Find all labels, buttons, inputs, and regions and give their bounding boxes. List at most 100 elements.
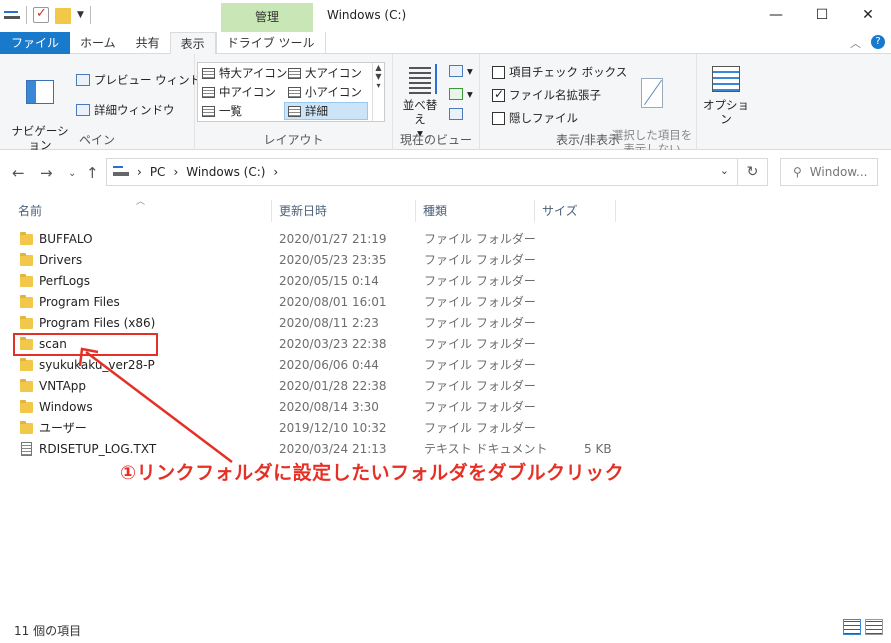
group-by-icon [449,65,463,77]
file-row[interactable]: Drivers 2020/05/23 23:35 ファイル フォルダー [14,250,614,271]
file-row[interactable]: Program Files (x86) 2020/08/11 2:23 ファイル… [14,313,614,334]
file-row[interactable]: syukukaku_ver28-P 2020/06/06 0:44 ファイル フ… [14,355,614,376]
breadcrumb-pc[interactable]: PC [150,165,166,179]
search-box[interactable]: ⚲ Window... [780,158,878,186]
file-row[interactable]: RDISETUP_LOG.TXT 2020/03/24 21:13 テキスト ド… [14,439,614,460]
file-row[interactable]: Windows 2020/08/14 3:30 ファイル フォルダー [14,397,614,418]
text-document-icon [21,442,32,456]
hidden-items-toggle[interactable]: 隠しファイル [492,110,578,126]
layout-small-icons[interactable]: 小アイコン [288,84,362,100]
file-row[interactable]: ユーザー 2019/12/10 10:32 ファイル フォルダー [14,418,614,439]
file-extensions-toggle[interactable]: ファイル名拡張子 [492,87,601,103]
new-folder-icon[interactable] [55,8,71,24]
maximize-button[interactable]: ☐ [799,0,845,30]
properties-icon[interactable] [33,6,49,23]
folder-icon [20,400,33,413]
close-button[interactable]: ✕ [845,0,891,30]
add-columns-icon [449,88,463,100]
search-input[interactable]: Window... [810,165,868,179]
details-view-icon[interactable] [843,619,861,635]
show-hide-group: 項目チェック ボックス ファイル名拡張子 隠しファイル 選択した項目を 表示しな… [480,54,697,156]
column-header-name[interactable]: 名前 [12,200,272,222]
column-header-size[interactable]: サイズ [536,200,616,222]
item-checkboxes-checkbox[interactable] [492,65,505,79]
ribbon-tabs: ファイル ホーム 共有 表示 ドライブ ツール ︿ ? [0,32,891,54]
size-columns-button[interactable] [449,108,463,120]
tab-home[interactable]: ホーム [70,32,126,54]
add-columns-button[interactable]: ▾ [449,87,473,101]
refresh-icon[interactable]: ↻ [738,158,768,186]
layout-medium-icons[interactable]: 中アイコン [202,84,276,100]
address-history-chevron-icon[interactable]: ⌄ [720,164,729,177]
folder-icon [20,379,33,392]
file-type: ファイル フォルダー [424,379,536,393]
file-date: 2020/05/23 23:35 [279,253,387,267]
forward-arrow-icon[interactable]: → [40,164,53,182]
layout-scroll[interactable]: ▲ ▼ ▾ [372,63,384,121]
layout-list[interactable]: 一覧 [202,103,242,119]
file-row[interactable]: BUFFALO 2020/01/27 21:19 ファイル フォルダー [14,229,614,250]
breadcrumb-drive[interactable]: Windows (C:) [186,165,265,179]
tab-drive-tools[interactable]: ドライブ ツール [215,32,326,54]
file-row[interactable]: VNTApp 2020/01/28 22:38 ファイル フォルダー [14,376,614,397]
medium-icons-icon [202,86,215,98]
folder-icon [20,358,33,371]
file-type: ファイル フォルダー [424,421,536,435]
view-switcher [843,619,883,635]
file-name: Windows [39,400,93,414]
file-date: 2020/08/01 16:01 [279,295,387,309]
small-icons-icon [288,86,301,98]
column-header-date[interactable]: 更新日時 [273,200,416,222]
sort-button[interactable]: 並べ替え ▾ [399,64,441,140]
file-name: RDISETUP_LOG.TXT [39,442,157,456]
up-arrow-icon[interactable]: ↑ [86,164,99,182]
help-icon[interactable]: ? [871,35,885,49]
file-date: 2020/03/24 21:13 [279,442,387,456]
group-by-button[interactable]: ▾ [449,64,473,78]
pc-icon [113,166,129,178]
column-header-type[interactable]: 種類 [417,200,535,222]
file-extensions-checkbox[interactable] [492,87,505,102]
file-type: ファイル フォルダー [424,316,536,330]
options-button[interactable]: オプション [700,66,752,126]
hidden-items-checkbox[interactable] [492,111,505,125]
extra-large-icons-icon [202,67,215,79]
status-item-count: 11 個の項目 [14,624,82,638]
window-controls: — ☐ ✕ [753,0,891,30]
file-row[interactable]: PerfLogs 2020/05/15 0:14 ファイル フォルダー [14,271,614,292]
preview-pane-button[interactable]: プレビュー ウィンドウ [76,72,213,88]
folder-icon [20,274,33,287]
details-pane-icon [76,104,90,116]
recent-locations-chevron-icon[interactable]: ⌄ [68,168,76,179]
folder-icon [20,253,33,266]
file-type: ファイル フォルダー [424,295,536,309]
tab-share[interactable]: 共有 [125,32,170,54]
group-label: 表示/非表示 [555,133,621,147]
ribbon-collapse-chevron-icon[interactable]: ︿ [850,35,861,51]
file-date: 2020/03/23 22:38 [279,337,387,351]
details-pane-button[interactable]: 詳細ウィンドウ [76,102,175,118]
file-row[interactable]: Program Files 2020/08/01 16:01 ファイル フォルダ… [14,292,614,313]
folder-icon [20,295,33,308]
layout-extra-large-icons[interactable]: 特大アイコン [202,65,287,81]
tab-view[interactable]: 表示 [169,32,216,54]
group-label: ペイン [78,133,115,147]
pane-group: ナビゲーション ウィンドウ▾ プレビュー ウィンドウ 詳細ウィンドウ ペイン [0,54,213,166]
file-date: 2020/01/28 22:38 [279,379,387,393]
address-bar[interactable]: › PC › Windows (C:) › ⌄ [106,158,738,186]
back-arrow-icon[interactable]: ← [12,164,25,182]
current-view-group: 並べ替え ▾ ▾ ▾ 現在のビュー [393,54,480,150]
item-checkboxes-toggle[interactable]: 項目チェック ボックス [492,64,627,80]
app-icon[interactable] [4,7,20,23]
layout-details[interactable]: 詳細 [284,102,368,120]
tab-file[interactable]: ファイル [0,32,71,54]
customize-toolbar-chevron-icon[interactable]: ▼ [77,10,84,20]
file-name: Program Files (x86) [39,316,156,330]
file-date: 2020/08/14 3:30 [279,400,379,414]
file-name: ユーザー [39,421,87,435]
file-type: ファイル フォルダー [424,274,536,288]
large-icons-view-icon[interactable] [865,619,883,635]
layout-large-icons[interactable]: 大アイコン [288,65,362,81]
minimize-button[interactable]: — [753,0,799,30]
file-type: ファイル フォルダー [424,400,536,414]
